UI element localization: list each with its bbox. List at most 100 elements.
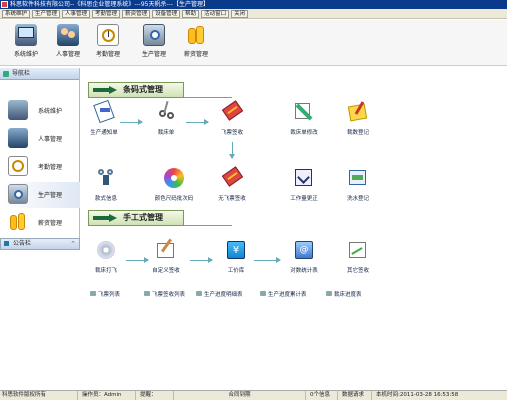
- sidebar-item-personnel[interactable]: 人事管理: [0, 126, 80, 152]
- node-label: 工价库: [227, 268, 245, 274]
- flow-arrow: [186, 119, 209, 125]
- node-cutting-print[interactable]: 裁床打飞: [80, 238, 132, 274]
- menu-bar: 系统维护 生产管理 人事管理 考勤管理 薪资管理 设备管理 帮助 活动窗口 关闭: [0, 9, 507, 19]
- node-style-info[interactable]: 款式信息: [80, 166, 132, 202]
- notice-panel-header[interactable]: 公告栏 ⌃: [0, 238, 80, 250]
- sidebar-item-label: 考勤管理: [38, 164, 63, 171]
- node-label: 洗水登记: [346, 196, 369, 202]
- node-label: 颜色尺码批次码: [154, 196, 194, 202]
- status-data-request: 数据请求: [340, 391, 372, 400]
- section-title: 条码式管理: [123, 85, 163, 94]
- status-bar: 科思软件版权所有 操作员：Admin 提醒： 合同到期 0个信息 数据请求 本机…: [0, 390, 507, 400]
- coins-icon: [185, 24, 207, 46]
- menu-salary[interactable]: 薪资管理: [122, 9, 151, 18]
- other-sign-icon: [346, 238, 370, 262]
- toolbar-label: 薪资管理: [183, 51, 208, 58]
- toolbar-personnel-button[interactable]: 人事管理: [48, 24, 88, 58]
- report-link-progress-cumulative[interactable]: 生产进度累计表: [260, 290, 307, 298]
- node-cutting-register[interactable]: 裁数登记: [332, 100, 384, 136]
- node-wash-register[interactable]: 洗水登记: [332, 166, 384, 202]
- price-icon: ¥: [224, 238, 248, 262]
- node-label: 飞票签收: [220, 130, 243, 136]
- report-link-progress-detail[interactable]: 生产进度明细表: [196, 290, 243, 298]
- menu-help[interactable]: 帮助: [182, 9, 200, 18]
- node-color-size-batch[interactable]: 颜色尺码批次码: [148, 166, 200, 202]
- report-link-ticket-list[interactable]: 飞票列表: [90, 290, 120, 298]
- computer-icon: [15, 24, 37, 46]
- flow-arrow-down: [229, 142, 235, 159]
- sidebar-title: 导航栏: [0, 68, 79, 80]
- status-reminder: 提醒：: [138, 391, 174, 400]
- node-production-notice[interactable]: 生产通知单: [78, 99, 130, 136]
- status-operator: 操作员：Admin: [80, 391, 136, 400]
- style-info-icon: [94, 166, 118, 190]
- node-cutting-sheet-edit[interactable]: 裁床单修改: [278, 100, 330, 136]
- node-label: 裁床单修改: [290, 130, 318, 136]
- menu-attendance[interactable]: 考勤管理: [92, 9, 121, 18]
- window-title: 科思软件科技有限公司--《科思企业管理系统》---95天帆杀---【生产管理】: [10, 1, 209, 8]
- report-link-cutting-progress[interactable]: 裁床进度表: [326, 290, 362, 298]
- edit-tools-icon: [292, 100, 316, 124]
- status-local-time: 本机时间:2011-03-28 16:53:58: [376, 392, 459, 398]
- clock-icon: [97, 24, 119, 46]
- toolbar-label: 系统维护: [13, 51, 38, 58]
- status-messages: 0个信息: [308, 391, 338, 400]
- navigation-sidebar: 导航栏 系统维护 人事管理 考勤管理 生产管理 薪资管理: [0, 68, 80, 248]
- sidebar-item-attendance[interactable]: 考勤管理: [0, 154, 80, 180]
- arrow-right-icon: [93, 214, 117, 222]
- node-workload-correction[interactable]: 工作量更正: [278, 166, 330, 202]
- manual-section-header: 手工式管理: [88, 210, 184, 226]
- sidebar-item-production[interactable]: 生产管理: [0, 182, 80, 208]
- scissors-icon: [154, 100, 178, 124]
- node-label: 无飞票签收: [218, 196, 246, 202]
- node-price-library[interactable]: ¥ 工价库: [210, 238, 262, 274]
- register-icon: [346, 100, 370, 124]
- sidebar-item-system[interactable]: 系统维护: [0, 98, 80, 124]
- status-company: 科思软件版权所有: [0, 391, 78, 400]
- menu-close[interactable]: 关闭: [231, 9, 249, 18]
- flow-arrow: [190, 257, 213, 263]
- node-label: 款式信息: [94, 196, 117, 202]
- sidebar-item-label: 系统维护: [38, 108, 63, 115]
- toolbar-production-button[interactable]: 生产管理: [134, 24, 174, 58]
- title-bar: 科思软件科技有限公司--《科思企业管理系统》---95天帆杀---【生产管理】: [0, 0, 507, 9]
- toolbar-label: 生产管理: [141, 51, 166, 58]
- node-label: 生产通知单: [90, 130, 118, 136]
- sidebar-item-label: 生产管理: [38, 192, 63, 199]
- menu-active-window[interactable]: 活动窗口: [201, 9, 230, 18]
- menu-production[interactable]: 生产管理: [32, 9, 61, 18]
- people-icon: [8, 128, 28, 148]
- factory-icon: [8, 184, 28, 204]
- status-contract-due: 合同到期: [174, 391, 306, 400]
- menu-personnel[interactable]: 人事管理: [62, 9, 91, 18]
- notice-icon: [92, 99, 116, 124]
- node-label: 裁床单: [157, 130, 175, 136]
- color-disc-icon: [162, 166, 186, 190]
- node-other-signoff[interactable]: 其它签收: [332, 238, 384, 274]
- flow-arrow: [254, 257, 281, 263]
- collapse-icon[interactable]: ⌃: [70, 239, 76, 249]
- menu-equipment[interactable]: 设备管理: [152, 9, 181, 18]
- sidebar-item-salary[interactable]: 薪资管理: [0, 210, 80, 236]
- node-ticket-signoff[interactable]: 飞票签收: [206, 100, 258, 136]
- arrow-right-icon: [93, 86, 117, 94]
- ticket-icon: [220, 166, 244, 190]
- toolbar-attendance-button[interactable]: 考勤管理: [88, 24, 128, 58]
- node-custom-signoff[interactable]: 自定义签收: [140, 238, 192, 274]
- node-label: 裁床打飞: [94, 268, 117, 274]
- stats-icon: @: [292, 238, 316, 262]
- menu-system[interactable]: 系统维护: [2, 9, 31, 18]
- flow-arrow: [120, 119, 143, 125]
- toolbar-system-button[interactable]: 系统维护: [6, 24, 46, 58]
- toolbar-label: 考勤管理: [95, 51, 120, 58]
- section-divider: [184, 97, 232, 98]
- custom-sign-icon: [154, 238, 178, 262]
- sidebar-item-label: 人事管理: [38, 136, 63, 143]
- node-count-statistics[interactable]: @ 对数统计表: [278, 238, 330, 274]
- report-links: 飞票列表 飞票签收列表 生产进度明细表 生产进度累计表 裁床进度表: [82, 290, 507, 300]
- app-icon: [1, 1, 8, 8]
- toolbar-salary-button[interactable]: 薪资管理: [176, 24, 216, 58]
- node-cutting-sheet[interactable]: 裁床单: [140, 100, 192, 136]
- node-no-ticket-signoff[interactable]: 无飞票签收: [206, 166, 258, 202]
- report-link-ticket-signoff-list[interactable]: 飞票签收列表: [144, 290, 185, 298]
